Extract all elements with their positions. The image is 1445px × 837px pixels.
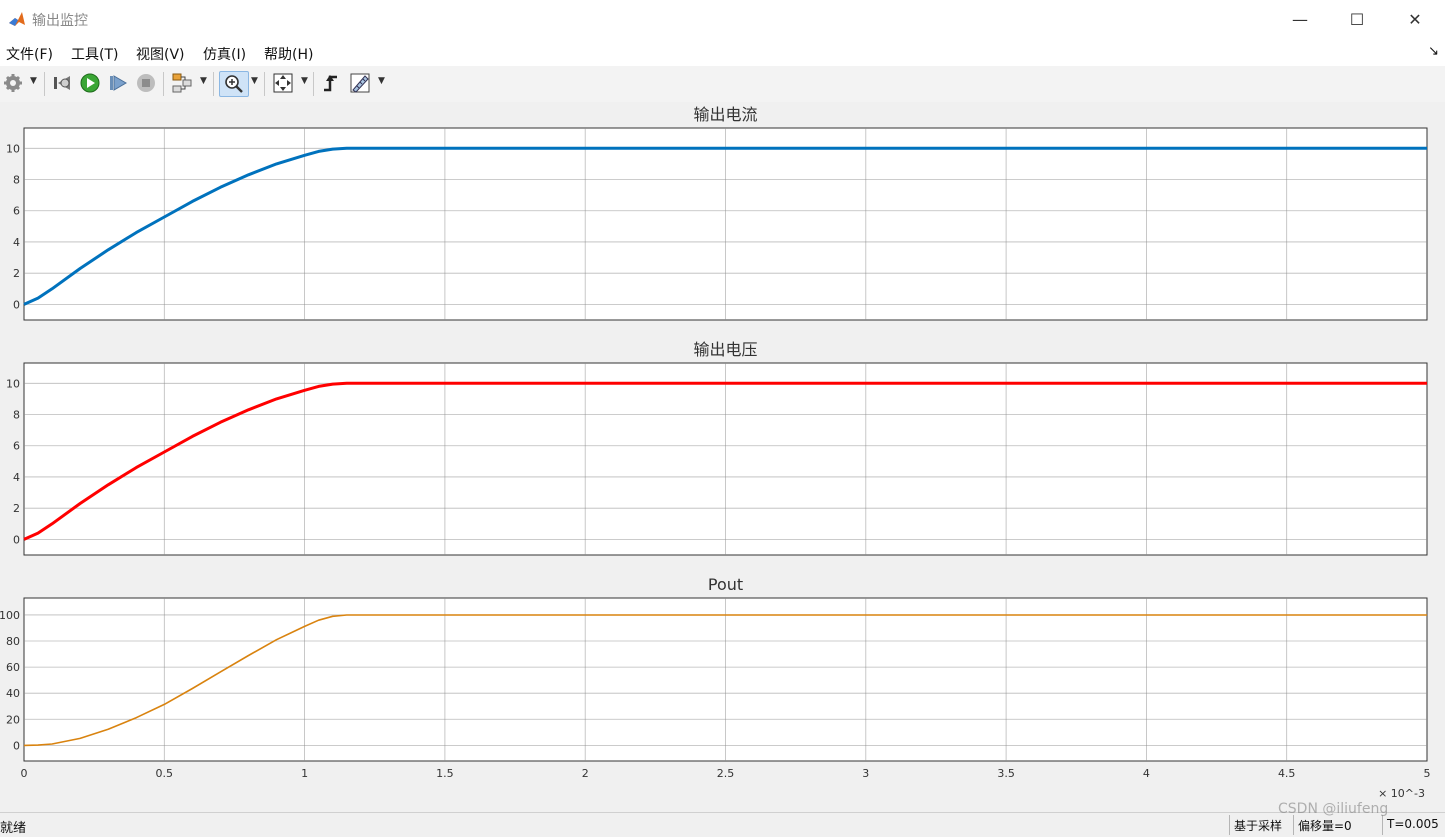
y-tick-label: 8 [13, 174, 20, 187]
y-tick-label: 2 [13, 502, 20, 515]
step-forward-icon [110, 75, 127, 91]
run-button[interactable] [79, 71, 101, 95]
step-back-icon [54, 76, 70, 90]
chart-title: 输出电压 [693, 340, 757, 359]
highlight-block-button[interactable] [170, 71, 194, 95]
autoscale-icon [273, 73, 293, 93]
x-tick-label: 1 [301, 767, 308, 780]
x-tick-label: 5 [1424, 767, 1431, 780]
x-tick-label: 3 [862, 767, 869, 780]
x-tick-label: 2.5 [717, 767, 735, 780]
menu-bar: 文件(F) 工具(T) 视图(V) 仿真(I) 帮助(H) ↘ [0, 38, 1445, 66]
toolbar-separator [44, 72, 45, 96]
stop-icon [137, 74, 155, 92]
gear-icon [4, 74, 22, 92]
zoom-in-icon [225, 75, 243, 93]
y-tick-label: 20 [6, 713, 20, 726]
run-icon [80, 73, 100, 93]
settings-dropdown-caret[interactable]: ▼ [30, 76, 37, 86]
x-tick-label: 3.5 [997, 767, 1015, 780]
menu-tools[interactable]: 工具(T) [71, 44, 118, 64]
trigger-icon [324, 75, 337, 92]
x-exponent-label: × 10^-3 [1378, 787, 1425, 800]
minimize-button[interactable]: — [1271, 0, 1329, 38]
toolbar-separator [213, 72, 214, 96]
toolbar: ▼ ▼ ▼ ▼ ▼ [0, 66, 1445, 103]
title-bar: 输出监控 — ☐ ✕ [0, 0, 1445, 38]
toolbar-separator [264, 72, 265, 96]
scope-charts[interactable]: 输出电流 0 2 4 6 8 10 输出电压 0 2 4 6 8 10 Pout 0 20 40 60 80 100 0 0… [0, 102, 1445, 812]
y-tick-label: 4 [13, 236, 20, 249]
y-tick-label: 0 [13, 739, 20, 752]
y-tick-label: 60 [6, 661, 20, 674]
settings-button[interactable] [2, 71, 24, 95]
measurements-dropdown-caret[interactable]: ▼ [378, 76, 385, 86]
maximize-button[interactable]: ☐ [1328, 0, 1386, 38]
menu-file[interactable]: 文件(F) [6, 44, 53, 64]
chart-panel-3: Pout 0 20 40 60 80 100 0 0.5 1 1.5 2 2.5 3 3.5 4 4.5 5 × 1… [0, 575, 1431, 800]
x-tick-label: 0.5 [156, 767, 174, 780]
measurements-button[interactable] [348, 71, 372, 95]
y-tick-label: 0 [13, 533, 20, 546]
y-tick-label: 100 [0, 609, 20, 622]
highlight-block-icon [172, 73, 192, 93]
zoom-in-button[interactable] [219, 71, 249, 97]
y-tick-label: 40 [6, 687, 20, 700]
chart-title: 输出电流 [693, 105, 757, 124]
close-button[interactable]: ✕ [1386, 0, 1444, 38]
chart-panel-1: 输出电流 0 2 4 6 8 10 [6, 105, 1428, 321]
triggers-button[interactable] [320, 71, 342, 95]
toolbar-separator [313, 72, 314, 96]
menu-simulation[interactable]: 仿真(I) [203, 44, 246, 64]
menu-view[interactable]: 视图(V) [136, 44, 185, 64]
chart-panel-2: 输出电压 0 2 4 6 8 10 [6, 340, 1428, 556]
status-offset: 偏移量=0 [1293, 815, 1382, 835]
y-tick-label: 8 [13, 409, 20, 422]
y-tick-label: 2 [13, 267, 20, 280]
y-tick-label: 6 [13, 205, 20, 218]
x-tick-label: 4.5 [1278, 767, 1296, 780]
status-time: T=0.005 [1382, 815, 1445, 835]
chart-title: Pout [708, 575, 743, 594]
autoscale-dropdown-caret[interactable]: ▼ [301, 76, 308, 86]
step-forward-button[interactable] [107, 71, 129, 95]
y-tick-label: 80 [6, 635, 20, 648]
x-tick-label: 2 [582, 767, 589, 780]
status-sample-mode: 基于采样 [1229, 815, 1293, 835]
step-back-button[interactable] [51, 71, 73, 95]
x-tick-label: 0 [21, 767, 28, 780]
stop-button[interactable] [135, 71, 157, 95]
dock-arrow-icon[interactable]: ↘ [1428, 44, 1439, 59]
zoom-dropdown-caret[interactable]: ▼ [251, 76, 258, 86]
autoscale-button[interactable] [271, 71, 295, 95]
x-tick-label: 1.5 [436, 767, 454, 780]
scope-plot-area[interactable]: 输出电流 0 2 4 6 8 10 输出电压 0 2 4 6 8 10 Pout 0 20 40 60 80 100 0 0… [0, 102, 1445, 812]
y-tick-label: 10 [6, 142, 20, 155]
x-tick-label: 4 [1143, 767, 1150, 780]
toolbar-separator [163, 72, 164, 96]
matlab-logo-icon [8, 10, 26, 28]
highlight-dropdown-caret[interactable]: ▼ [200, 76, 207, 86]
status-ready-text: 就绪 [0, 821, 27, 836]
y-tick-label: 10 [6, 377, 20, 390]
ruler-icon [350, 73, 370, 93]
y-tick-label: 6 [13, 440, 20, 453]
menu-help[interactable]: 帮助(H) [264, 44, 313, 64]
y-tick-label: 0 [13, 298, 20, 311]
y-tick-label: 4 [13, 471, 20, 484]
status-bar: 就绪 基于采样 偏移量=0 T=0.005 CSDN @iliufeng [0, 801, 1445, 837]
window-title: 输出监控 [32, 13, 88, 29]
watermark: CSDN @iliufeng [1278, 801, 1389, 817]
